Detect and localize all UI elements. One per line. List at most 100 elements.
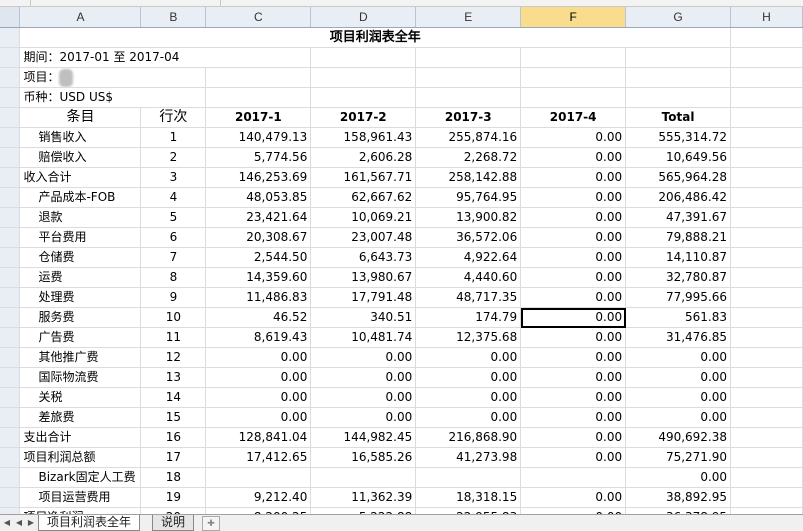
value-period-3[interactable]: 18,318.15 bbox=[415, 487, 522, 508]
value-period-2[interactable]: 144,982.45 bbox=[310, 427, 417, 448]
empty-cell[interactable] bbox=[730, 327, 803, 348]
value-period-1[interactable]: 8,619.43 bbox=[205, 327, 312, 348]
row-label[interactable]: 国际物流费 bbox=[19, 367, 142, 388]
value-period-2[interactable]: 0.00 bbox=[310, 347, 417, 368]
row-number[interactable]: 13 bbox=[140, 367, 207, 388]
period-cell[interactable]: 期间：2017-01 至 2017-04 bbox=[19, 47, 312, 68]
empty-cell[interactable] bbox=[730, 467, 803, 488]
header-period-2[interactable]: 2017-2 bbox=[310, 107, 417, 128]
value-total[interactable]: 0.00 bbox=[625, 407, 732, 428]
value-total[interactable]: 47,391.67 bbox=[625, 207, 732, 228]
value-period-2[interactable]: 2,606.28 bbox=[310, 147, 417, 168]
value-period-2[interactable]: 0.00 bbox=[310, 387, 417, 408]
value-period-4[interactable]: 0.00 bbox=[520, 247, 627, 268]
row-label[interactable]: 项目运营费用 bbox=[19, 487, 142, 508]
value-total[interactable]: 32,780.87 bbox=[625, 267, 732, 288]
empty-cell[interactable] bbox=[730, 287, 803, 308]
value-period-2[interactable]: 13,980.67 bbox=[310, 267, 417, 288]
row-number[interactable]: 12 bbox=[140, 347, 207, 368]
value-period-1[interactable]: 46.52 bbox=[205, 307, 312, 328]
value-period-4[interactable]: 0.00 bbox=[520, 287, 627, 308]
row-label[interactable]: 服务费 bbox=[19, 307, 142, 328]
sheet-tab-notes[interactable]: 说明 bbox=[152, 515, 195, 531]
row-number[interactable]: 1 bbox=[140, 127, 207, 148]
value-total[interactable]: 31,476.85 bbox=[625, 327, 732, 348]
row-number[interactable]: 19 bbox=[140, 487, 207, 508]
value-period-4[interactable]: 0.00 bbox=[520, 407, 627, 428]
value-period-3[interactable]: 2,268.72 bbox=[415, 147, 522, 168]
value-period-2[interactable]: 16,585.26 bbox=[310, 447, 417, 468]
row-label[interactable]: 赔偿收入 bbox=[19, 147, 142, 168]
column-header-h[interactable]: H bbox=[730, 7, 803, 28]
new-sheet-icon[interactable]: ✚ bbox=[202, 516, 220, 531]
value-period-1[interactable]: 2,544.50 bbox=[205, 247, 312, 268]
value-total[interactable]: 206,486.42 bbox=[625, 187, 732, 208]
header-period-3[interactable]: 2017-3 bbox=[415, 107, 522, 128]
row-number[interactable]: 14 bbox=[140, 387, 207, 408]
value-total[interactable]: 10,649.56 bbox=[625, 147, 732, 168]
empty-cell[interactable] bbox=[730, 447, 803, 468]
empty-cell[interactable] bbox=[730, 307, 803, 328]
row-number[interactable]: 16 bbox=[140, 427, 207, 448]
value-period-4[interactable]: 0.00 bbox=[520, 347, 627, 368]
value-period-4[interactable]: 0.00 bbox=[520, 187, 627, 208]
row-number[interactable]: 2 bbox=[140, 147, 207, 168]
value-period-4[interactable]: 0.00 bbox=[520, 227, 627, 248]
value-period-2[interactable] bbox=[310, 467, 417, 488]
header-period-4[interactable]: 2017-4 bbox=[520, 107, 627, 128]
value-period-1[interactable]: 146,253.69 bbox=[205, 167, 312, 188]
value-period-3[interactable]: 4,440.60 bbox=[415, 267, 522, 288]
value-period-3[interactable]: 258,142.88 bbox=[415, 167, 522, 188]
value-total[interactable]: 555,314.72 bbox=[625, 127, 732, 148]
row-label[interactable]: 运费 bbox=[19, 267, 142, 288]
value-total[interactable]: 0.00 bbox=[625, 347, 732, 368]
value-total[interactable]: 38,892.95 bbox=[625, 487, 732, 508]
value-period-1[interactable]: 23,421.64 bbox=[205, 207, 312, 228]
sheet-tab-profit[interactable]: 项目利润表全年 bbox=[38, 515, 141, 531]
value-total[interactable]: 0.00 bbox=[625, 467, 732, 488]
value-period-1[interactable]: 5,774.56 bbox=[205, 147, 312, 168]
value-period-2[interactable]: 161,567.71 bbox=[310, 167, 417, 188]
value-total[interactable]: 75,271.90 bbox=[625, 447, 732, 468]
header-period-1[interactable]: 2017-1 bbox=[205, 107, 312, 128]
value-period-2[interactable]: 10,069.21 bbox=[310, 207, 417, 228]
row-label[interactable]: 平台费用 bbox=[19, 227, 142, 248]
value-total[interactable]: 565,964.28 bbox=[625, 167, 732, 188]
value-period-4[interactable]: 0.00 bbox=[520, 367, 627, 388]
value-period-1[interactable]: 14,359.60 bbox=[205, 267, 312, 288]
column-header-g[interactable]: G bbox=[625, 7, 732, 28]
row-number[interactable]: 6 bbox=[140, 227, 207, 248]
value-period-2[interactable]: 340.51 bbox=[310, 307, 417, 328]
value-period-3[interactable]: 255,874.16 bbox=[415, 127, 522, 148]
row-number[interactable]: 7 bbox=[140, 247, 207, 268]
value-period-1[interactable]: 0.00 bbox=[205, 387, 312, 408]
value-period-3[interactable]: 41,273.98 bbox=[415, 447, 522, 468]
column-header-c[interactable]: C bbox=[205, 7, 312, 28]
row-label[interactable]: 项目利润总额 bbox=[19, 447, 142, 468]
value-period-3[interactable]: 216,868.90 bbox=[415, 427, 522, 448]
row-label[interactable]: 仓储费 bbox=[19, 247, 142, 268]
empty-cell[interactable] bbox=[730, 267, 803, 288]
column-header-e[interactable]: E bbox=[415, 7, 522, 28]
value-period-1[interactable]: 0.00 bbox=[205, 407, 312, 428]
empty-cell[interactable] bbox=[730, 487, 803, 508]
selected-cell[interactable]: 0.00 bbox=[520, 307, 627, 328]
row-number[interactable]: 3 bbox=[140, 167, 207, 188]
value-period-4[interactable]: 0.00 bbox=[520, 147, 627, 168]
value-period-4[interactable]: 0.00 bbox=[520, 207, 627, 228]
value-period-3[interactable]: 0.00 bbox=[415, 367, 522, 388]
row-number[interactable]: 8 bbox=[140, 267, 207, 288]
empty-cell[interactable] bbox=[730, 147, 803, 168]
value-total[interactable]: 14,110.87 bbox=[625, 247, 732, 268]
empty-cell[interactable] bbox=[730, 127, 803, 148]
value-period-1[interactable]: 0.00 bbox=[205, 367, 312, 388]
column-header-a[interactable]: A bbox=[19, 7, 142, 28]
currency-cell[interactable]: 币种：USD US$ bbox=[19, 87, 207, 108]
row-number[interactable]: 18 bbox=[140, 467, 207, 488]
value-period-2[interactable]: 0.00 bbox=[310, 367, 417, 388]
value-period-3[interactable] bbox=[415, 467, 522, 488]
row-label[interactable]: 广告费 bbox=[19, 327, 142, 348]
empty-cell[interactable] bbox=[730, 207, 803, 228]
value-period-4[interactable]: 0.00 bbox=[520, 327, 627, 348]
value-period-4[interactable]: 0.00 bbox=[520, 387, 627, 408]
